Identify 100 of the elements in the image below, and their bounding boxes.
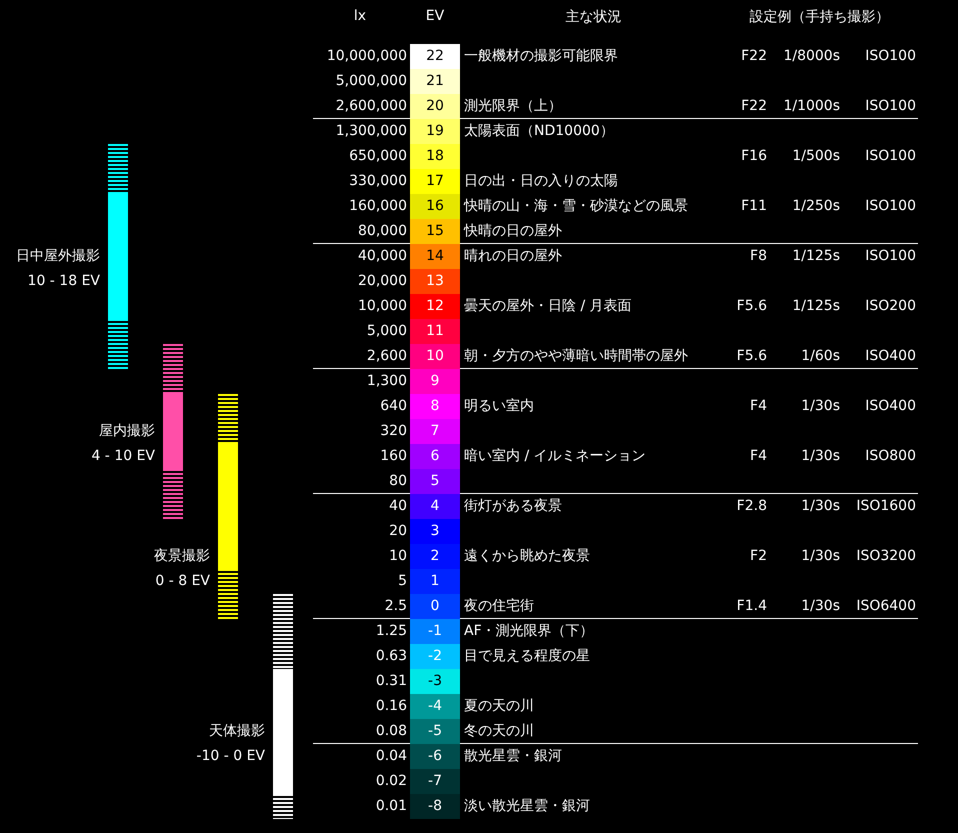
- ev-cell: -2: [410, 644, 460, 669]
- lux-value: 20: [388, 522, 408, 541]
- ev-cell: 20: [410, 94, 460, 119]
- situation-text: 太陽表面（ND10000）: [464, 123, 614, 139]
- lux-value: 2,600,000: [334, 97, 408, 116]
- lux-value: 650,000: [348, 147, 408, 166]
- situation-text: 測光限界（上）: [464, 98, 562, 114]
- ev-cell: 0: [410, 594, 460, 619]
- aperture-value: F16: [741, 148, 767, 164]
- lux-value: 2,600: [366, 347, 408, 366]
- shutter-speed: 1/30s: [801, 448, 840, 464]
- situation-text: 街灯がある夜景: [464, 498, 562, 514]
- lux-value: 160,000: [348, 197, 408, 216]
- situation-text: 散光星雲・銀河: [464, 748, 562, 764]
- lux-value: 20,000: [357, 272, 408, 291]
- aperture-value: F22: [741, 48, 767, 64]
- iso-value: ISO100: [865, 48, 916, 64]
- ev-cell: 4: [410, 494, 460, 519]
- ev-cell: 5: [410, 469, 460, 494]
- situation-text: 日の出・日の入りの太陽: [464, 173, 618, 189]
- aperture-value: F4: [750, 448, 767, 464]
- situation-text: 夜の住宅街: [464, 598, 534, 614]
- band-name: 天体撮影: [209, 722, 265, 741]
- lux-value: 10: [388, 547, 408, 566]
- lux-value: 640: [379, 397, 408, 416]
- ev-cell: 19: [410, 119, 460, 144]
- iso-value: ISO3200: [856, 548, 916, 564]
- lux-value: 330,000: [348, 172, 408, 191]
- aperture-value: F1.4: [736, 598, 767, 614]
- aperture-value: F5.6: [736, 298, 767, 314]
- lux-value: 160: [379, 447, 408, 466]
- lux-value: 40: [388, 497, 408, 516]
- shutter-speed: 1/1000s: [783, 98, 840, 114]
- aperture-value: F2.8: [736, 498, 767, 514]
- aperture-value: F22: [741, 98, 767, 114]
- ev-cell: 21: [410, 69, 460, 94]
- ev-cell: 13: [410, 269, 460, 294]
- shutter-speed: 1/30s: [801, 548, 840, 564]
- situation-text: 明るい室内: [464, 398, 534, 414]
- aperture-value: F11: [741, 198, 767, 214]
- lux-value: 10,000,000: [326, 47, 408, 66]
- iso-value: ISO100: [865, 98, 916, 114]
- column-header: lx: [352, 8, 368, 24]
- lux-value: 320: [379, 422, 408, 441]
- ev-cell: 6: [410, 444, 460, 469]
- situation-text: 快晴の山・海・雪・砂漠などの風景: [464, 198, 688, 214]
- column-header: 設定例（手持ち撮影）: [748, 8, 890, 26]
- lux-value: 0.04: [374, 747, 408, 766]
- aperture-value: F4: [750, 398, 767, 414]
- ev-cell: -3: [410, 669, 460, 694]
- situation-text: 遠くから眺めた夜景: [464, 548, 590, 564]
- shutter-speed: 1/125s: [792, 248, 840, 264]
- ev-cell: -4: [410, 694, 460, 719]
- iso-value: ISO100: [865, 198, 916, 214]
- ev-cell: 2: [410, 544, 460, 569]
- iso-value: ISO800: [865, 448, 916, 464]
- situation-text: 目で見える程度の星: [464, 648, 590, 664]
- shutter-speed: 1/30s: [801, 498, 840, 514]
- band-name: 日中屋外撮影: [16, 247, 100, 266]
- ev-cell: 11: [410, 319, 460, 344]
- ev-cell: -6: [410, 744, 460, 769]
- iso-value: ISO200: [865, 298, 916, 314]
- ev-cell: -8: [410, 794, 460, 819]
- ev-cell: 9: [410, 369, 460, 394]
- iso-value: ISO100: [865, 148, 916, 164]
- shutter-speed: 1/60s: [801, 348, 840, 364]
- band-range: 0 - 8 EV: [155, 572, 210, 591]
- lux-value: 0.63: [374, 647, 408, 666]
- ev-cell: 14: [410, 244, 460, 269]
- ev-cell: 10: [410, 344, 460, 369]
- situation-text: 冬の天の川: [464, 723, 534, 739]
- lux-value: 80: [388, 472, 408, 491]
- situation-text: 朝・夕方のやや薄暗い時間帯の屋外: [464, 348, 688, 364]
- iso-value: ISO400: [865, 398, 916, 414]
- iso-value: ISO400: [865, 348, 916, 364]
- ev-cell: 16: [410, 194, 460, 219]
- band-name: 屋内撮影: [99, 422, 155, 441]
- band-range: -10 - 0 EV: [196, 747, 265, 766]
- column-header: 主な状況: [564, 8, 622, 26]
- shutter-speed: 1/30s: [801, 398, 840, 414]
- lux-value: 0.08: [374, 722, 408, 741]
- aperture-value: F8: [750, 248, 767, 264]
- aperture-value: F5.6: [736, 348, 767, 364]
- situation-text: 快晴の日の屋外: [464, 223, 562, 239]
- iso-value: ISO6400: [856, 598, 916, 614]
- situation-text: 淡い散光星雲・銀河: [464, 798, 590, 814]
- band-range: 10 - 18 EV: [28, 272, 100, 291]
- lux-value: 1,300: [366, 372, 408, 391]
- lux-value: 5: [397, 572, 408, 591]
- shutter-speed: 1/250s: [792, 198, 840, 214]
- ev-cell: 1: [410, 569, 460, 594]
- ev-cell: 17: [410, 169, 460, 194]
- ev-cell: 12: [410, 294, 460, 319]
- lux-value: 5,000,000: [334, 72, 408, 91]
- situation-text: 晴れの日の屋外: [464, 248, 562, 264]
- situation-text: 夏の天の川: [464, 698, 534, 714]
- iso-value: ISO100: [865, 248, 916, 264]
- situation-text: AF・測光限界（下）: [464, 623, 594, 639]
- shutter-speed: 1/8000s: [783, 48, 840, 64]
- ev-cell: -5: [410, 719, 460, 744]
